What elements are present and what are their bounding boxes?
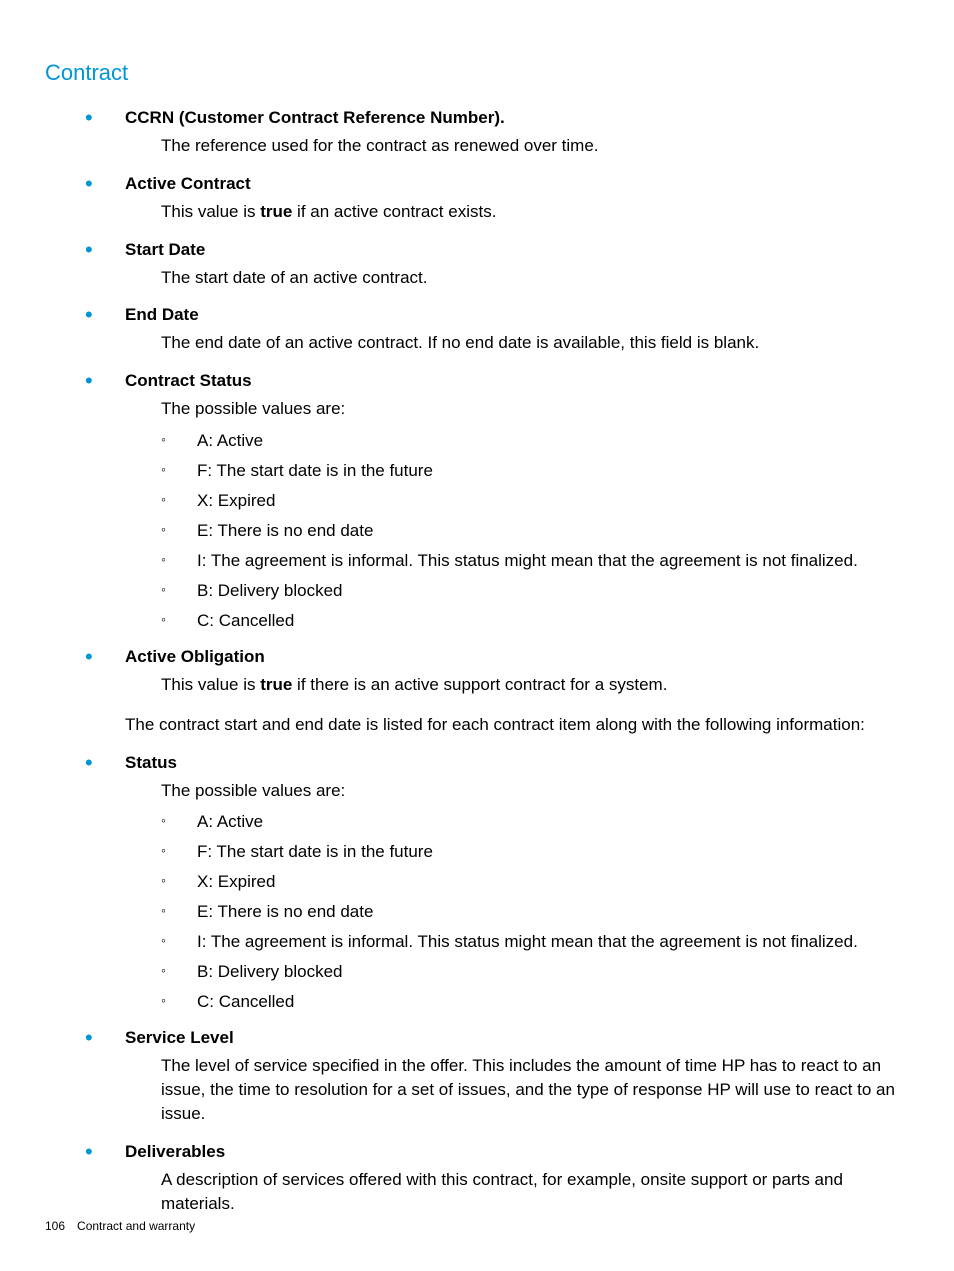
sub-item: C: Cancelled: [161, 992, 909, 1012]
sub-item: C: Cancelled: [161, 611, 909, 631]
description: A description of services offered with t…: [161, 1168, 909, 1216]
sub-item: X: Expired: [161, 491, 909, 511]
description: The level of service specified in the of…: [161, 1054, 909, 1125]
term: End Date: [125, 305, 909, 325]
list-item-end-date: End Date The end date of an active contr…: [125, 305, 909, 355]
description: The possible values are:: [161, 397, 909, 421]
sub-item: F: The start date is in the future: [161, 842, 909, 862]
sub-item: B: Delivery blocked: [161, 581, 909, 601]
list-item-contract-status: Contract Status The possible values are:…: [125, 371, 909, 631]
description: The reference used for the contract as r…: [161, 134, 909, 158]
sub-item: I: The agreement is informal. This statu…: [161, 932, 909, 952]
description: The end date of an active contract. If n…: [161, 331, 909, 355]
term: Contract Status: [125, 371, 909, 391]
sub-item: E: There is no end date: [161, 521, 909, 541]
list-item-active-obligation: Active Obligation This value is true if …: [125, 647, 909, 697]
term: Status: [125, 753, 909, 773]
sub-item: X: Expired: [161, 872, 909, 892]
list-item-status: Status The possible values are: A: Activ…: [125, 753, 909, 1013]
list-item-service-level: Service Level The level of service speci…: [125, 1028, 909, 1125]
footer-title: Contract and warranty: [77, 1219, 195, 1233]
intermediate-paragraph: The contract start and end date is liste…: [125, 713, 909, 737]
term: Active Contract: [125, 174, 909, 194]
description: This value is true if an active contract…: [161, 200, 909, 224]
list-item-active-contract: Active Contract This value is true if an…: [125, 174, 909, 224]
term: Deliverables: [125, 1142, 909, 1162]
sub-item: F: The start date is in the future: [161, 461, 909, 481]
section-heading: Contract: [45, 60, 909, 86]
sub-list: A: Active F: The start date is in the fu…: [161, 812, 909, 1012]
description: The possible values are:: [161, 779, 909, 803]
description: This value is true if there is an active…: [161, 673, 909, 697]
page-number: 106: [45, 1219, 65, 1233]
list-item-deliverables: Deliverables A description of services o…: [125, 1142, 909, 1216]
term: Start Date: [125, 240, 909, 260]
list-item-start-date: Start Date The start date of an active c…: [125, 240, 909, 290]
definition-list-1: CCRN (Customer Contract Reference Number…: [125, 108, 909, 697]
term: Active Obligation: [125, 647, 909, 667]
description: The start date of an active contract.: [161, 266, 909, 290]
term: Service Level: [125, 1028, 909, 1048]
sub-list: A: Active F: The start date is in the fu…: [161, 431, 909, 631]
list-item-ccrn: CCRN (Customer Contract Reference Number…: [125, 108, 909, 158]
sub-item: B: Delivery blocked: [161, 962, 909, 982]
sub-item: I: The agreement is informal. This statu…: [161, 551, 909, 571]
sub-item: A: Active: [161, 431, 909, 451]
definition-list-2: Status The possible values are: A: Activ…: [125, 753, 909, 1216]
sub-item: E: There is no end date: [161, 902, 909, 922]
term: CCRN (Customer Contract Reference Number…: [125, 108, 909, 128]
sub-item: A: Active: [161, 812, 909, 832]
page-footer: 106 Contract and warranty: [45, 1219, 195, 1233]
